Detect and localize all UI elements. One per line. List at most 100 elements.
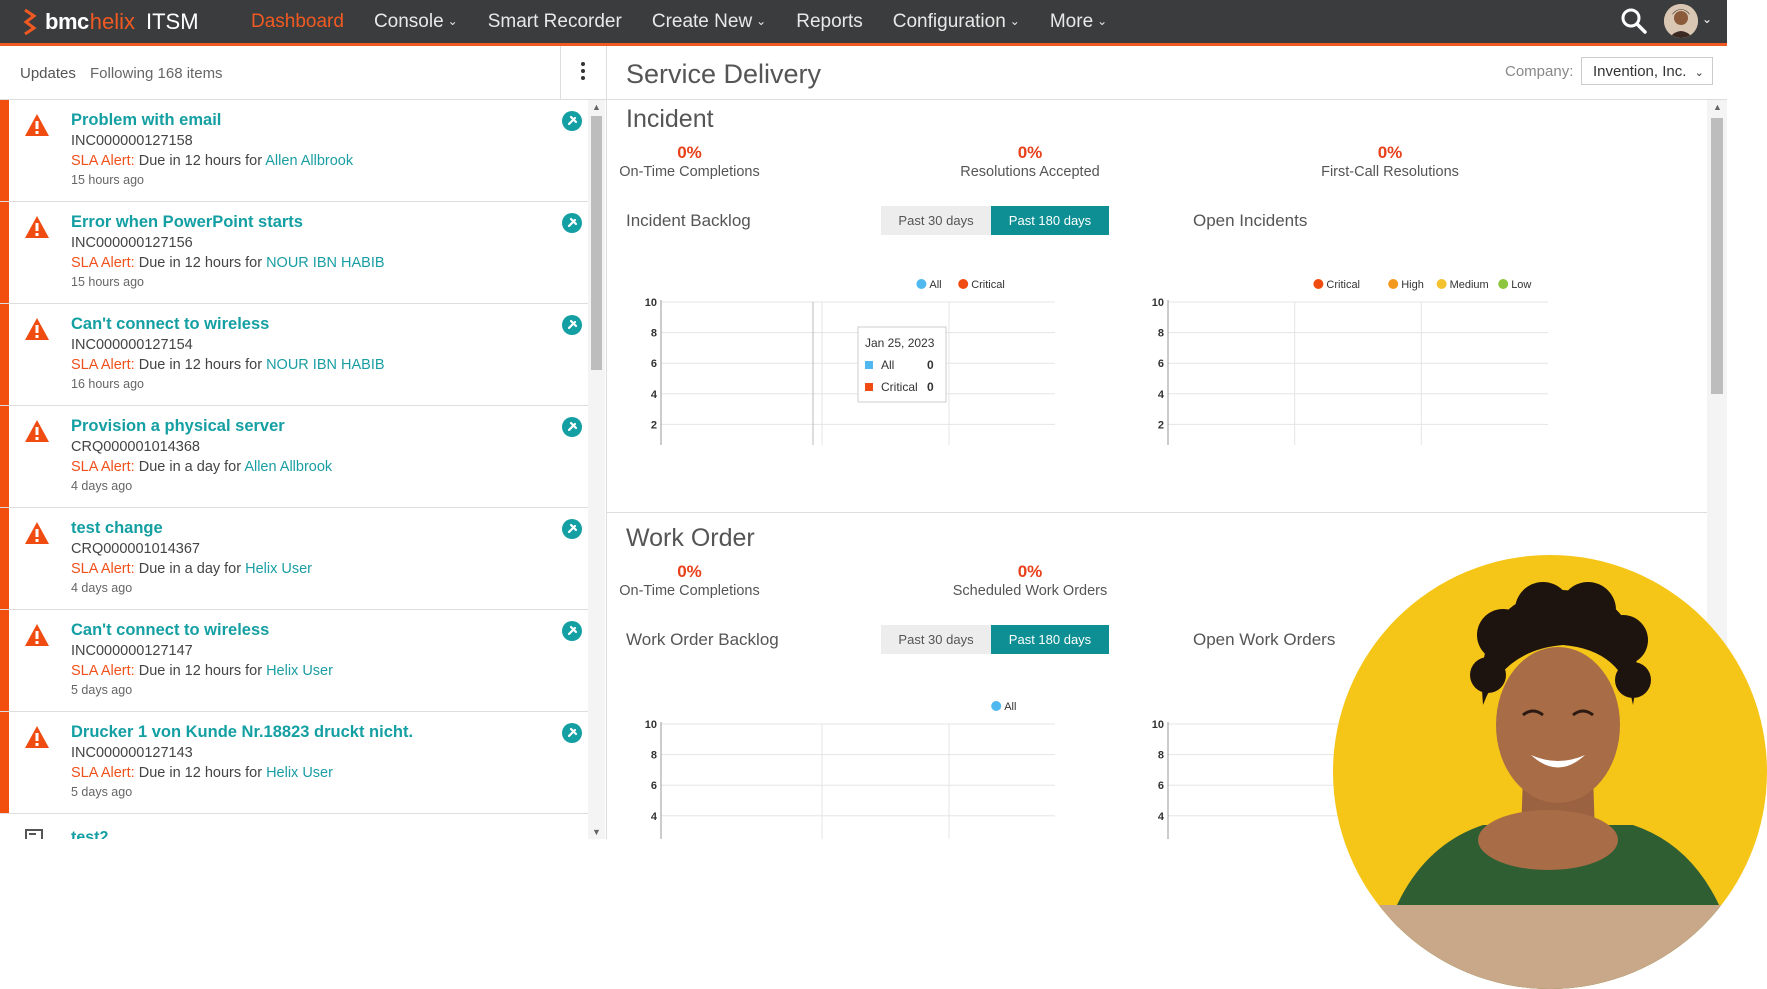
sla-due-text: Due in a day for xyxy=(134,561,246,577)
nav-configuration[interactable]: Configuration ⌄ xyxy=(878,11,1035,33)
sla-alert-label: SLA Alert: xyxy=(71,153,135,169)
y-tick-label: 8 xyxy=(1158,328,1164,340)
update-title-link[interactable]: Drucker 1 von Kunde Nr.18823 druckt nich… xyxy=(71,723,413,742)
update-title-link[interactable]: Can't connect to wireless xyxy=(71,315,269,334)
kpi-value: 0% xyxy=(677,562,702,581)
sla-alert-text: SLA Alert: Due in a day for Helix User xyxy=(71,561,312,577)
scroll-up-arrow-icon[interactable]: ▲ xyxy=(592,102,601,112)
update-title-link[interactable]: Error when PowerPoint starts xyxy=(71,213,303,232)
update-title-link[interactable]: test2 xyxy=(71,829,108,839)
nav-console[interactable]: Console ⌄ xyxy=(359,11,473,33)
chevron-down-icon: ⌄ xyxy=(1694,67,1704,79)
y-tick-label: 6 xyxy=(1158,358,1164,370)
updates-tab[interactable]: Updates xyxy=(20,65,76,82)
update-list-item[interactable]: Provision a physical server CRQ000001014… xyxy=(0,406,588,508)
follow-badge-icon[interactable] xyxy=(562,417,582,437)
sla-alert-stripe xyxy=(0,202,9,303)
search-icon[interactable] xyxy=(1620,7,1648,35)
legend-label: Critical xyxy=(1326,279,1360,291)
smiling-man-illustration-icon xyxy=(1373,582,1743,989)
follow-badge-icon[interactable] xyxy=(562,111,582,131)
past-30-days-button[interactable]: Past 30 days xyxy=(881,206,991,235)
company-value: Invention, Inc. xyxy=(1593,63,1687,80)
legend-label: Medium xyxy=(1450,279,1489,291)
nav-dashboard[interactable]: Dashboard xyxy=(236,11,359,33)
legend-label: High xyxy=(1401,279,1424,291)
sla-due-text: Due in 12 hours for xyxy=(134,255,267,271)
tooltip-series-name: Critical xyxy=(881,380,918,394)
following-count: Following 168 items xyxy=(90,65,223,82)
nav-reports[interactable]: Reports xyxy=(781,11,878,33)
follow-badge-icon[interactable] xyxy=(562,315,582,335)
follow-badge-icon[interactable] xyxy=(562,519,582,539)
assignee-link[interactable]: Helix User xyxy=(266,663,333,679)
y-tick-label: 6 xyxy=(651,358,657,370)
update-title-link[interactable]: Provision a physical server xyxy=(71,417,285,436)
ticket-id: INC000000127156 xyxy=(71,235,193,251)
update-list-item[interactable]: Problem with email INC000000127158 SLA A… xyxy=(0,100,588,202)
update-list-item[interactable]: test change CRQ000001014367 SLA Alert: D… xyxy=(0,508,588,610)
work-order-section-title: Work Order xyxy=(626,524,755,552)
y-tick-label: 4 xyxy=(1158,811,1165,823)
y-tick-label: 10 xyxy=(645,297,657,309)
warning-triangle-icon xyxy=(25,318,49,340)
nav-create-new[interactable]: Create New ⌄ xyxy=(637,11,781,33)
sla-due-text: Due in 12 hours for xyxy=(134,765,267,781)
nav-item-label: More xyxy=(1049,10,1094,32)
assignee-link[interactable]: NOUR IBN HABIB xyxy=(266,357,384,373)
chevron-down-icon[interactable]: ⌄ xyxy=(1702,12,1712,26)
update-title-link[interactable]: Problem with email xyxy=(71,111,221,130)
update-list-item[interactable]: Error when PowerPoint starts INC00000012… xyxy=(0,202,588,304)
timestamp: 16 hours ago xyxy=(71,377,144,391)
pin-icon xyxy=(567,523,578,534)
bmc-helix-logo[interactable]: bmc helix ITSM xyxy=(22,0,199,43)
page-title: Service Delivery xyxy=(626,59,822,89)
scroll-down-arrow-icon[interactable]: ▼ xyxy=(592,827,601,837)
legend-marker xyxy=(958,279,969,289)
open-incidents-title: Open Incidents xyxy=(1193,211,1308,230)
follow-badge-icon[interactable] xyxy=(562,621,582,641)
update-title-link[interactable]: Can't connect to wireless xyxy=(71,621,269,640)
nav-more[interactable]: More ⌄ xyxy=(1035,11,1122,33)
updates-menu-button[interactable] xyxy=(560,46,607,99)
incident-section-title: Incident xyxy=(626,105,714,133)
update-title-link[interactable]: test change xyxy=(71,519,163,538)
assignee-link[interactable]: Helix User xyxy=(245,561,312,577)
company-select[interactable]: Invention, Inc. ⌄ xyxy=(1581,57,1713,85)
promo-portrait-image xyxy=(1333,555,1767,989)
nav-item-label: Smart Recorder xyxy=(487,10,622,32)
follow-badge-icon[interactable] xyxy=(562,723,582,743)
assignee-link[interactable]: Allen Allbrook xyxy=(265,153,353,169)
y-tick-label: 10 xyxy=(645,719,657,731)
updates-scrollbar[interactable]: ▲ ▼ xyxy=(588,100,605,839)
sla-alert-stripe xyxy=(0,712,9,813)
past-30-days-button[interactable]: Past 30 days xyxy=(881,625,991,654)
kpi-label: On-Time Completions xyxy=(619,583,760,599)
user-avatar[interactable] xyxy=(1664,4,1698,38)
sla-alert-label: SLA Alert: xyxy=(71,561,135,577)
past-180-days-button[interactable]: Past 180 days xyxy=(991,625,1109,654)
assignee-link[interactable]: Helix User xyxy=(266,765,333,781)
sla-alert-label: SLA Alert: xyxy=(71,255,135,271)
update-list-item[interactable]: Can't connect to wireless INC00000012715… xyxy=(0,304,588,406)
update-list-item[interactable]: test2 xyxy=(0,814,588,839)
follow-badge-icon[interactable] xyxy=(562,213,582,233)
scroll-up-arrow-icon[interactable]: ▲ xyxy=(1713,102,1722,112)
y-tick-label: 2 xyxy=(1158,419,1164,431)
incident-kpi-ontime: 0% On-Time Completions xyxy=(607,143,772,180)
warning-triangle-icon xyxy=(25,420,49,442)
sla-alert-stripe xyxy=(0,406,9,507)
nav-smart-recorder[interactable]: Smart Recorder xyxy=(473,11,637,33)
assignee-link[interactable]: NOUR IBN HABIB xyxy=(266,255,384,271)
scrollbar-thumb[interactable] xyxy=(591,116,602,370)
pin-icon xyxy=(567,421,578,432)
assignee-link[interactable]: Allen Allbrook xyxy=(244,459,332,475)
ticket-id: CRQ000001014368 xyxy=(71,439,200,455)
scrollbar-thumb[interactable] xyxy=(1711,118,1723,394)
sla-alert-text: SLA Alert: Due in a day for Allen Allbro… xyxy=(71,459,332,475)
update-list-item[interactable]: Can't connect to wireless INC00000012714… xyxy=(0,610,588,712)
update-list-item[interactable]: Drucker 1 von Kunde Nr.18823 druckt nich… xyxy=(0,712,588,814)
nav-item-label: Dashboard xyxy=(251,10,344,32)
legend-label: All xyxy=(1004,701,1016,713)
past-180-days-button[interactable]: Past 180 days xyxy=(991,206,1109,235)
